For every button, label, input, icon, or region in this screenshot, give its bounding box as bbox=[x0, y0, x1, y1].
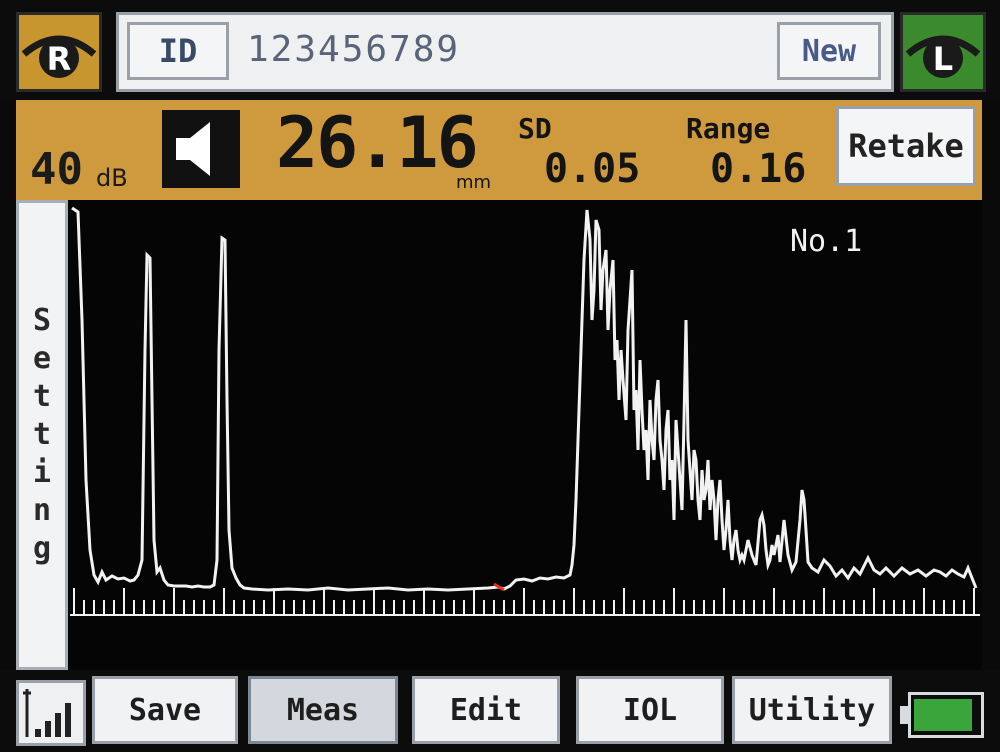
signal-indicator bbox=[16, 680, 86, 746]
sd-label: SD bbox=[518, 112, 552, 145]
meas-button[interactable]: Meas bbox=[248, 676, 398, 744]
gain-value[interactable]: 40 bbox=[30, 144, 83, 195]
iol-button[interactable]: IOL bbox=[576, 676, 724, 744]
axial-length-unit: mm bbox=[456, 172, 492, 193]
right-eye-button[interactable]: R bbox=[16, 12, 102, 92]
left-eye-button[interactable]: L bbox=[900, 12, 986, 92]
setting-letter: e bbox=[32, 341, 52, 376]
battery-tip bbox=[900, 706, 908, 724]
range-value: 0.16 bbox=[710, 146, 807, 192]
a-scan-waveform[interactable]: No.1 bbox=[68, 200, 982, 670]
setting-button[interactable]: S e t t i n g bbox=[16, 200, 68, 670]
eye-icon: R bbox=[21, 35, 97, 78]
save-button[interactable]: Save bbox=[92, 676, 238, 744]
setting-letter: n bbox=[32, 493, 52, 528]
utility-button[interactable]: Utility bbox=[732, 676, 892, 744]
scan-number-label: No.1 bbox=[790, 224, 863, 259]
battery-level-fill bbox=[914, 699, 972, 731]
sound-toggle-button[interactable] bbox=[162, 110, 240, 188]
axial-length-value: 26.16 bbox=[276, 102, 479, 184]
setting-letter: i bbox=[32, 455, 52, 490]
sd-value: 0.05 bbox=[544, 146, 641, 192]
tick-marks bbox=[73, 588, 975, 615]
speaker-icon bbox=[176, 122, 221, 176]
patient-id-value[interactable]: 123456789 bbox=[247, 29, 460, 70]
eye-icon: L bbox=[905, 35, 981, 78]
bottom-nav-bar: Save Meas Edit IOL Utility bbox=[0, 670, 1000, 752]
right-eye-letter: R bbox=[47, 40, 72, 78]
setting-letter: g bbox=[32, 531, 52, 566]
range-label: Range bbox=[686, 112, 771, 145]
setting-letter: t bbox=[32, 417, 52, 452]
left-eye-letter: L bbox=[933, 40, 953, 78]
id-label: ID bbox=[127, 22, 229, 80]
signal-strength-icon bbox=[23, 689, 71, 737]
retake-button[interactable]: Retake bbox=[836, 106, 976, 186]
waveform-trace bbox=[71, 206, 978, 592]
measurement-bar: 40 dB 26.16 mm SD 0.05 Range 0.16 Retake bbox=[16, 100, 982, 200]
edit-button[interactable]: Edit bbox=[412, 676, 560, 744]
waveform-plot bbox=[70, 206, 980, 616]
gain-unit: dB bbox=[96, 164, 128, 192]
new-patient-button[interactable]: New bbox=[777, 22, 881, 80]
setting-letter: t bbox=[32, 379, 52, 414]
setting-letter: S bbox=[32, 303, 52, 338]
battery-icon bbox=[908, 692, 984, 738]
header-bar: R ID 123456789 New L bbox=[0, 0, 1000, 100]
patient-id-panel: ID 123456789 New bbox=[116, 12, 894, 92]
